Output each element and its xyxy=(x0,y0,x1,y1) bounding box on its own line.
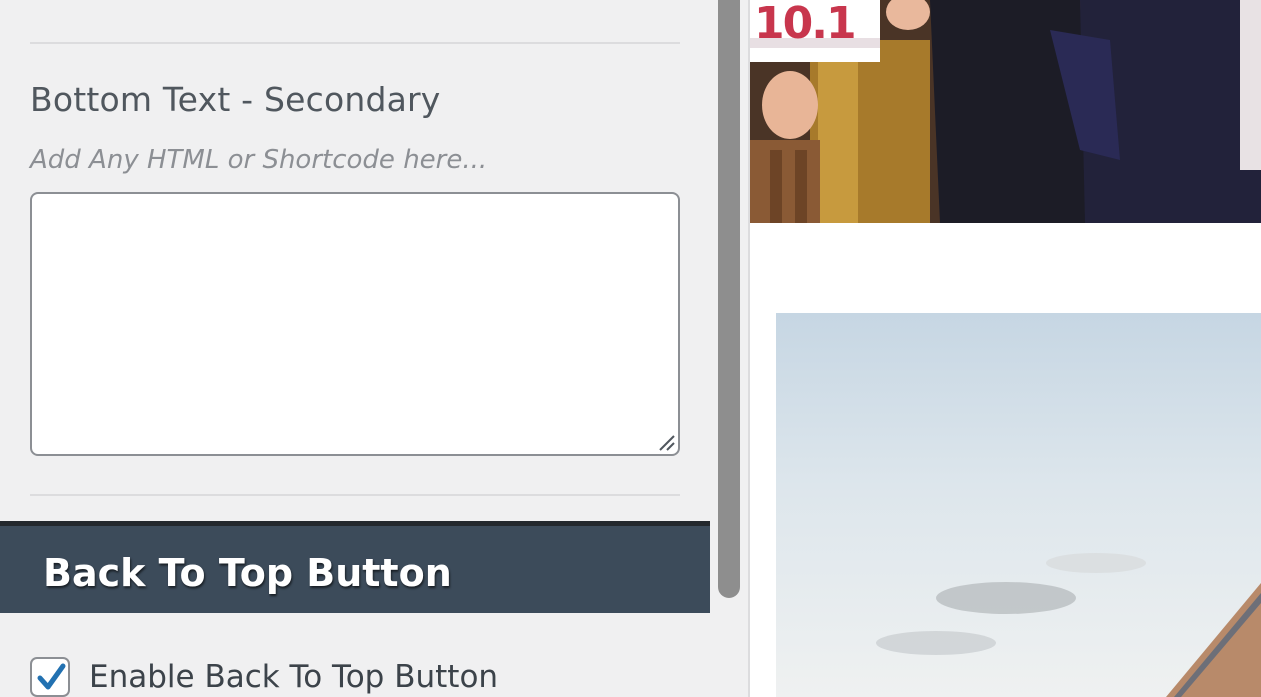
section-title: Back To Top Button xyxy=(43,551,452,595)
checkmark-icon xyxy=(37,663,66,690)
preview-photo-bottom xyxy=(776,313,1261,697)
back-to-top-section-header[interactable]: Back To Top Button xyxy=(0,521,710,613)
resize-grip-icon[interactable] xyxy=(656,432,676,452)
divider xyxy=(30,42,680,44)
site-preview: 10.1 xyxy=(750,0,1261,697)
bottom-text-secondary-hint: Add Any HTML or Shortcode here... xyxy=(30,145,488,175)
divider xyxy=(30,494,680,496)
scrollbar-thumb[interactable] xyxy=(718,0,740,598)
enable-back-to-top-checkbox[interactable] xyxy=(30,657,70,697)
bottom-text-secondary-textarea[interactable] xyxy=(30,192,680,456)
customizer-panel: Bottom Text - Secondary Add Any HTML or … xyxy=(0,0,710,697)
enable-back-to-top-label[interactable]: Enable Back To Top Button xyxy=(89,659,498,695)
bottom-text-secondary-label: Bottom Text - Secondary xyxy=(30,80,441,119)
sign-text: 10.1 xyxy=(754,0,857,49)
